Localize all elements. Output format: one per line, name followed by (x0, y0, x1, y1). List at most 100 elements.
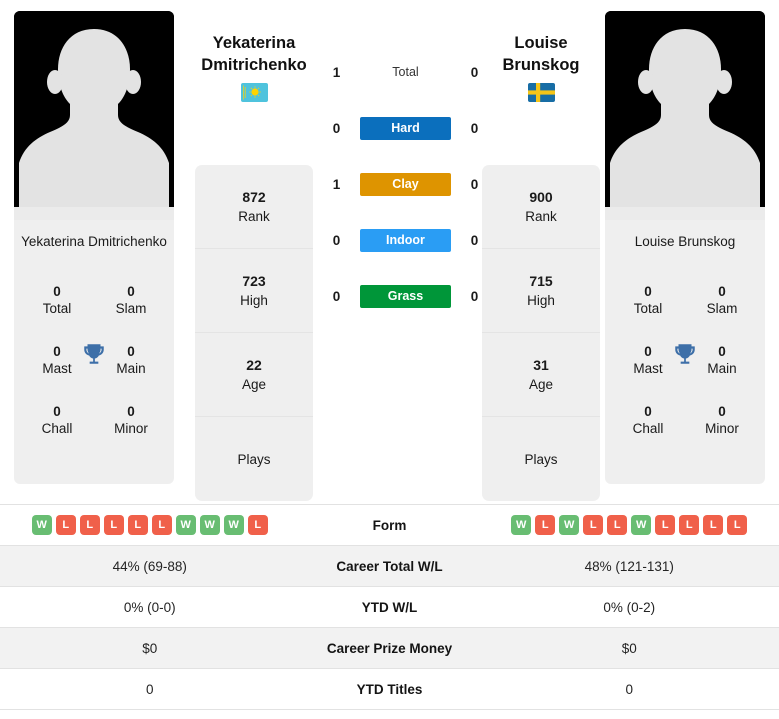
form-badge[interactable]: L (727, 515, 748, 535)
form-badge[interactable]: L (55, 515, 76, 535)
form-badge[interactable]: L (151, 515, 172, 535)
player-name-right: Louise Brunskog (634, 234, 736, 249)
title-stat-slam-left: 0 Slam (94, 283, 168, 317)
title-value: 0 (53, 404, 61, 419)
title-label: Total (633, 301, 663, 316)
flag-sweden-icon (527, 83, 555, 102)
form-badge[interactable]: L (655, 515, 676, 535)
form-badge[interactable]: W (175, 515, 196, 535)
comparison-value-left: 44% (69-88) (112, 558, 187, 574)
comparison-value-left: WLLLLLWWWL (0, 515, 300, 535)
form-badge[interactable]: W (223, 515, 244, 535)
comparison-row-label: YTD W/L (361, 599, 418, 615)
player-heading-right[interactable]: Louise Brunskog (476, 32, 606, 102)
form-badge[interactable]: L (703, 515, 724, 535)
h2h-score-right: 0 (470, 232, 479, 248)
flag-kazakhstan-icon (240, 83, 268, 102)
title-value: 0 (718, 404, 726, 419)
form-strip-left: WLLLLLWWWL (8, 515, 292, 535)
h2h-score-right: 0 (470, 64, 479, 80)
titles-grid-left: 0 Total 0 Slam 0 Mast 0 Main 0 Chall 0 M… (20, 283, 168, 437)
table-row: 0% (0-0) YTD W/L 0% (0-2) (0, 587, 779, 628)
h2h-score-right: 0 (470, 120, 479, 136)
comparison-value-left: 0% (0-0) (123, 599, 176, 615)
player-column-left: Yekaterina Dmitrichenko 0 Total 0 Slam 0… (14, 11, 174, 484)
trophy-icon (84, 344, 104, 364)
table-row: $0 Career Prize Money $0 (0, 628, 779, 669)
title-stat-chall-left: 0 Chall (20, 403, 94, 437)
title-label: Slam (706, 301, 738, 316)
form-badge[interactable]: W (559, 515, 580, 535)
stat-plays-right: Plays (482, 417, 600, 501)
h2h-score-left: 0 (332, 288, 341, 304)
stat-label: Rank (238, 208, 270, 224)
title-value: 0 (718, 284, 726, 299)
stat-label: Age (528, 376, 554, 392)
stat-label: High (527, 292, 555, 308)
h2h-surface-label-indoor[interactable]: Indoor (360, 228, 451, 252)
comparison-row-label: Form (372, 517, 407, 533)
form-badge[interactable]: L (127, 515, 148, 535)
player-name-left: Yekaterina Dmitrichenko (21, 234, 167, 249)
comparison-table: W L L L L L W W W L Form W L W L L W L L L L 44% (69-88) Caree… (0, 504, 779, 710)
form-badge[interactable]: W (31, 515, 52, 535)
stat-value: 22 (246, 356, 262, 373)
title-label: Chall (632, 421, 664, 436)
player-avatar-right (605, 11, 765, 220)
comparison-header: Yekaterina Dmitrichenko 0 Total 0 Slam 0… (0, 0, 779, 501)
form-badge[interactable]: L (679, 515, 700, 535)
form-badge[interactable]: L (247, 515, 268, 535)
title-stat-chall-right: 0 Chall (611, 403, 685, 437)
player-column-right: Louise Brunskog 0 Total 0 Slam 0 Mast 0 … (605, 11, 765, 484)
trophy-icon (675, 344, 695, 364)
titles-grid-right: 0 Total 0 Slam 0 Mast 0 Main 0 Chall 0 M… (611, 283, 759, 437)
stat-value: 31 (533, 356, 549, 373)
stat-age-right: 31 Age (482, 333, 600, 417)
h2h-score-right: 0 (470, 176, 479, 192)
form-badge[interactable]: L (583, 515, 604, 535)
title-value: 0 (644, 284, 652, 299)
comparison-value-right: $0 (621, 640, 637, 656)
h2h-surface-label-hard[interactable]: Hard (360, 116, 451, 140)
comparison-value-right: 0 (625, 681, 633, 697)
title-stat-minor-right: 0 Minor (685, 403, 759, 437)
comparison-value-right: 0% (0-2) (603, 599, 656, 615)
player-avatar-left (14, 11, 174, 220)
stat-card-right: 900 Rank 715 High 31 Age Plays (482, 165, 600, 501)
form-badge[interactable]: L (535, 515, 556, 535)
form-badge[interactable]: W (199, 515, 220, 535)
titles-card-left: Yekaterina Dmitrichenko 0 Total 0 Slam 0… (14, 220, 174, 484)
form-badge[interactable]: W (631, 515, 652, 535)
comparison-row-label: Career Prize Money (326, 640, 453, 656)
stat-label: High (240, 292, 268, 308)
title-stat-total-left: 0 Total (20, 283, 94, 317)
player-first-name-right: Louise (514, 34, 568, 52)
titles-card-right: Louise Brunskog 0 Total 0 Slam 0 Mast 0 … (605, 220, 765, 484)
form-badge[interactable]: L (79, 515, 100, 535)
h2h-surface-label-total: Total (392, 64, 419, 79)
title-value: 0 (644, 404, 652, 419)
table-row: 0 YTD Titles 0 (0, 669, 779, 710)
form-badge[interactable]: L (103, 515, 124, 535)
title-value: 0 (53, 284, 61, 299)
h2h-surface-label-clay[interactable]: Clay (360, 172, 451, 196)
form-badge[interactable]: L (607, 515, 628, 535)
stat-label: Rank (525, 208, 557, 224)
stat-label: Age (241, 376, 267, 392)
stat-age-left: 22 Age (195, 333, 313, 417)
title-stat-slam-right: 0 Slam (685, 283, 759, 317)
h2h-score-left: 1 (332, 176, 341, 192)
stat-value: 900 (529, 188, 553, 205)
player-last-name-right: Brunskog (502, 56, 580, 74)
h2h-score-left: 0 (332, 232, 341, 248)
title-label: Chall (41, 421, 73, 436)
stat-value: 715 (529, 272, 553, 289)
comparison-row-label: YTD Titles (356, 681, 423, 697)
stat-card-left: 872 Rank 723 High 22 Age Plays (195, 165, 313, 501)
form-badge[interactable]: W (511, 515, 532, 535)
title-label: Slam (115, 301, 147, 316)
h2h-score-left: 1 (332, 64, 341, 80)
h2h-surface-label-grass[interactable]: Grass (360, 284, 451, 308)
h2h-score-right: 0 (470, 288, 479, 304)
player-heading-left[interactable]: Yekaterina Dmitrichenko (189, 32, 319, 102)
